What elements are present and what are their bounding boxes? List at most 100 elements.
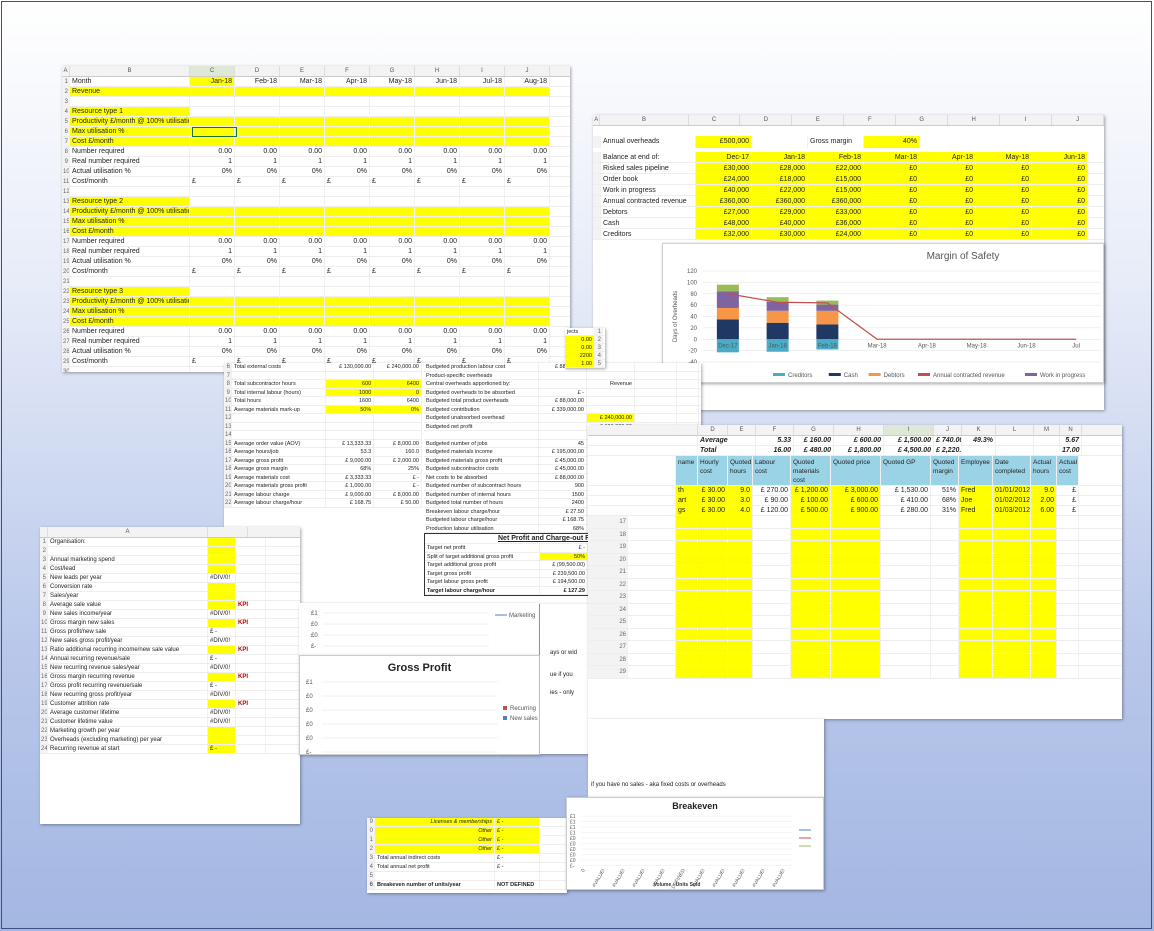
- balance-value[interactable]: £24,000: [808, 229, 864, 239]
- cell[interactable]: [505, 137, 550, 146]
- job-cell[interactable]: 01/03/2012: [993, 506, 1031, 515]
- cell[interactable]: [370, 307, 415, 316]
- balance-value[interactable]: £15,000: [808, 185, 864, 195]
- cell[interactable]: [370, 317, 415, 326]
- job-cell[interactable]: [791, 516, 831, 528]
- cell[interactable]: [460, 127, 505, 136]
- job-cell[interactable]: 9.0: [1031, 486, 1057, 495]
- cell[interactable]: [505, 207, 550, 216]
- balance-value[interactable]: £360,000: [808, 196, 864, 206]
- job-cell[interactable]: [676, 666, 698, 678]
- job-cell[interactable]: [676, 616, 698, 628]
- job-cell[interactable]: [959, 541, 993, 553]
- job-cell[interactable]: [993, 603, 1031, 615]
- cell[interactable]: [325, 127, 370, 136]
- cell[interactable]: [505, 87, 550, 96]
- job-cell[interactable]: 01/01/2012: [993, 486, 1031, 495]
- job-cell[interactable]: [676, 528, 698, 540]
- balance-value[interactable]: £0: [1032, 218, 1088, 228]
- job-cell[interactable]: [676, 516, 698, 528]
- cell[interactable]: [325, 87, 370, 96]
- balance-value[interactable]: £0: [976, 229, 1032, 239]
- balance-value[interactable]: £0: [920, 218, 976, 228]
- job-cell[interactable]: art: [676, 496, 698, 505]
- job-cell[interactable]: [791, 603, 831, 615]
- cell[interactable]: [280, 317, 325, 326]
- job-cell[interactable]: [698, 541, 728, 553]
- balance-value[interactable]: £36,000: [808, 218, 864, 228]
- cell[interactable]: [460, 207, 505, 216]
- cost-value-2[interactable]: 0%: [374, 405, 422, 413]
- job-cell[interactable]: [728, 578, 753, 590]
- cell[interactable]: [325, 227, 370, 236]
- job-cell[interactable]: [831, 641, 881, 653]
- balance-value[interactable]: £0: [864, 229, 920, 239]
- breakeven-value[interactable]: £ -: [495, 836, 540, 844]
- job-cell[interactable]: [698, 628, 728, 640]
- marketing-value[interactable]: [208, 700, 236, 708]
- gross-margin-value[interactable]: 40%: [864, 136, 920, 148]
- job-cell[interactable]: [993, 578, 1031, 590]
- cell[interactable]: [235, 297, 280, 306]
- balance-value[interactable]: £0: [1032, 207, 1088, 217]
- cell[interactable]: [280, 137, 325, 146]
- cell[interactable]: [235, 227, 280, 236]
- cell[interactable]: May-18: [370, 77, 415, 86]
- breakeven-value[interactable]: £ -: [495, 845, 540, 853]
- cell[interactable]: Jul-18: [460, 77, 505, 86]
- cell[interactable]: [190, 117, 235, 126]
- marketing-value[interactable]: [208, 619, 236, 627]
- job-cell[interactable]: [728, 541, 753, 553]
- job-cell[interactable]: [1031, 603, 1057, 615]
- job-cell[interactable]: [728, 666, 753, 678]
- job-cell[interactable]: [993, 553, 1031, 565]
- job-cell[interactable]: [791, 578, 831, 590]
- balance-value[interactable]: £22,000: [808, 163, 864, 173]
- job-cell[interactable]: [1031, 578, 1057, 590]
- balance-value[interactable]: £0: [1032, 185, 1088, 195]
- cell[interactable]: [415, 297, 460, 306]
- cell[interactable]: [325, 117, 370, 126]
- job-cell[interactable]: [676, 591, 698, 603]
- breakeven-value[interactable]: £ -: [495, 827, 540, 835]
- balance-value[interactable]: £40,000: [752, 218, 808, 228]
- job-cell[interactable]: Fred: [959, 486, 993, 495]
- marketing-value[interactable]: £ -: [208, 745, 236, 753]
- job-cell[interactable]: 6.00: [1031, 506, 1057, 515]
- job-cell[interactable]: [728, 553, 753, 565]
- marketing-value[interactable]: [208, 601, 236, 609]
- cell[interactable]: [280, 117, 325, 126]
- job-cell[interactable]: [831, 653, 881, 665]
- cell[interactable]: Aug-18: [505, 77, 550, 86]
- job-cell[interactable]: [831, 628, 881, 640]
- marketing-value[interactable]: [208, 547, 236, 555]
- balance-value[interactable]: £28,000: [752, 163, 808, 173]
- cell[interactable]: [235, 207, 280, 216]
- job-cell[interactable]: [831, 591, 881, 603]
- cell[interactable]: [325, 137, 370, 146]
- cell[interactable]: Apr-18: [325, 77, 370, 86]
- job-cell[interactable]: [791, 528, 831, 540]
- cell[interactable]: [505, 227, 550, 236]
- job-cell[interactable]: [698, 553, 728, 565]
- job-cell[interactable]: [791, 666, 831, 678]
- balance-value[interactable]: £40,000: [696, 185, 752, 195]
- job-cell[interactable]: 4.0: [728, 506, 753, 515]
- job-cell[interactable]: [728, 641, 753, 653]
- job-cell[interactable]: £ 3,000.00: [831, 486, 881, 495]
- job-cell[interactable]: [676, 603, 698, 615]
- balance-value[interactable]: £0: [864, 207, 920, 217]
- cell[interactable]: [370, 117, 415, 126]
- cell[interactable]: [190, 87, 235, 96]
- job-cell[interactable]: [993, 566, 1031, 578]
- balance-value[interactable]: £0: [976, 218, 1032, 228]
- cell[interactable]: [370, 87, 415, 96]
- job-cell[interactable]: [959, 516, 993, 528]
- job-cell[interactable]: [676, 628, 698, 640]
- job-cell[interactable]: [791, 553, 831, 565]
- marketing-value[interactable]: [208, 565, 236, 573]
- balance-value[interactable]: £33,000: [808, 207, 864, 217]
- balance-value[interactable]: £0: [920, 229, 976, 239]
- balance-value[interactable]: £18,000: [752, 174, 808, 184]
- job-cell[interactable]: [831, 553, 881, 565]
